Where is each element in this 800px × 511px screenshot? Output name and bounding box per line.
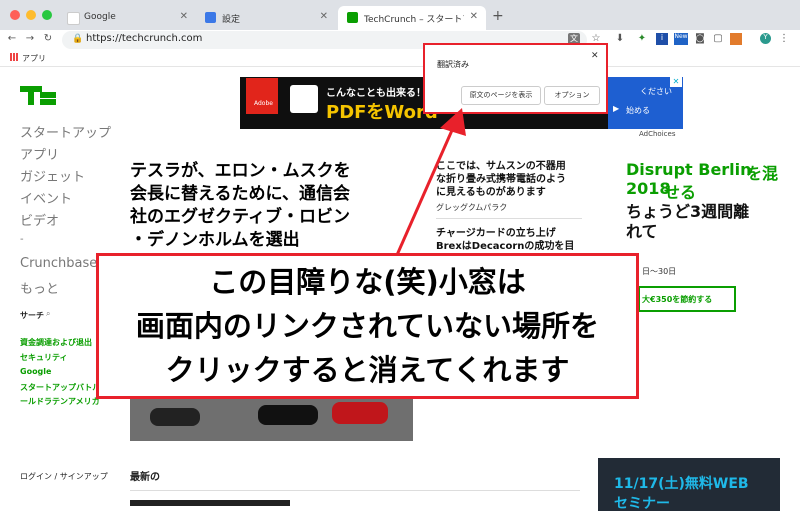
- annotation-box: この目障りな(笑)小窓は 画面内のリンクされていない場所を クリックすると消えて…: [96, 253, 639, 399]
- annotation-line-1: この目障りな(笑)小窓は: [209, 265, 526, 299]
- annotation-line-3: クリックすると消えてくれます: [165, 353, 570, 387]
- browser-window: Google ✕ 設定 ✕ TechCrunch – スタートアップと ✕ + …: [0, 0, 800, 511]
- annotation-line-2: 画面内のリンクされていない場所を: [135, 309, 600, 343]
